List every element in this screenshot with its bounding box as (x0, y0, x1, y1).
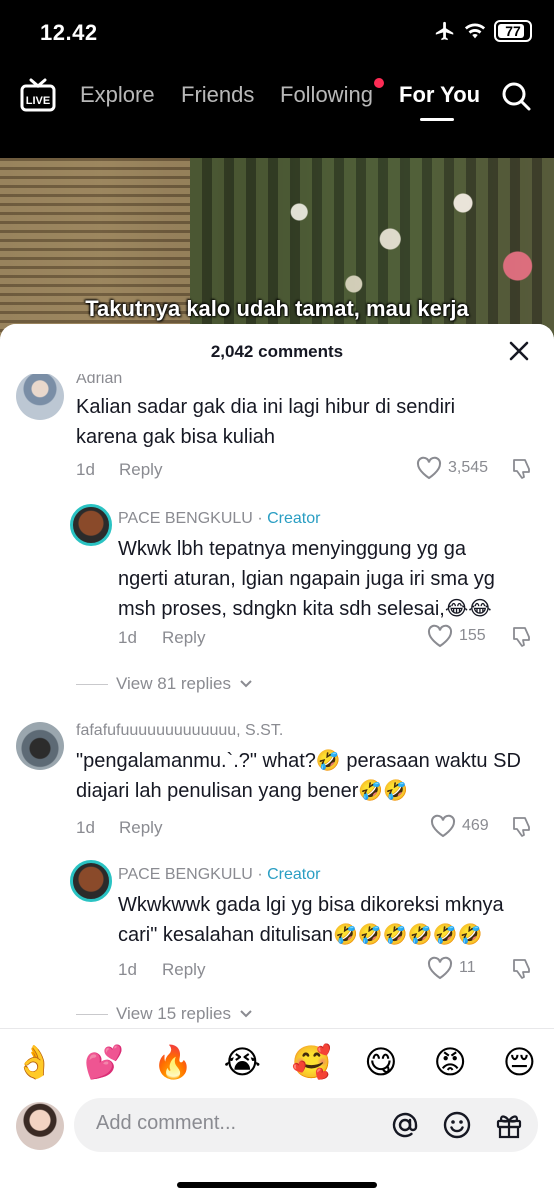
home-indicator (177, 1182, 377, 1188)
reply-button[interactable]: Reply (162, 628, 205, 648)
status-bar: 12.42 77 (0, 0, 554, 62)
emoji-ok-hand[interactable]: 👌 (10, 1043, 60, 1081)
comment-time: 1d (76, 460, 95, 479)
status-icons: 77 (434, 20, 532, 42)
reply-username[interactable]: PACE BENGKULU · Creator (118, 866, 320, 884)
reply-time: 1d (118, 628, 137, 647)
notification-dot (374, 78, 384, 88)
comment-input-row (0, 1094, 554, 1164)
emoji-bar: 👌 💕 🔥 😭 🥰 😋 😡 😔 (0, 1028, 554, 1094)
comment-item: fafafufuuuuuuuuuuuuu, S.ST. "pengalamanm… (0, 714, 554, 1034)
heart-icon (430, 814, 456, 838)
like-count: 469 (462, 817, 489, 834)
emoji-yum[interactable]: 😋 (356, 1043, 406, 1081)
comment-item: Adrian Kalian sadar gak dia ini lagi hib… (0, 324, 554, 704)
reply-button[interactable]: Reply (162, 960, 205, 980)
tab-following[interactable]: Following (280, 82, 373, 108)
search-icon[interactable] (500, 80, 532, 112)
video-player[interactable]: Takutnya kalo udah tamat, mau kerja (0, 158, 554, 338)
reply-username-text: PACE BENGKULU (118, 866, 253, 883)
like-button[interactable]: 469 (430, 814, 489, 838)
comment-text: Kalian sadar gak dia ini lagi hibur di s… (76, 396, 456, 448)
chevron-down-icon (240, 1010, 252, 1018)
heart-icon (427, 624, 453, 648)
battery-level: 77 (505, 23, 521, 39)
dislike-icon[interactable] (511, 458, 533, 480)
like-count: 3,545 (448, 459, 489, 476)
dislike-icon[interactable] (511, 626, 533, 648)
status-time: 12.42 (40, 20, 98, 45)
chevron-down-icon (240, 680, 252, 688)
comment-time: 1d (76, 818, 95, 837)
avatar[interactable] (16, 372, 64, 420)
active-tab-indicator (420, 118, 454, 121)
live-icon[interactable]: LIVE (20, 78, 56, 112)
reply-username[interactable]: PACE BENGKULU · Creator (118, 510, 320, 528)
view-replies-label: View 15 replies (116, 1004, 231, 1023)
like-button[interactable]: 11 (427, 956, 476, 980)
emoji-smiling-hearts[interactable]: 🥰 (287, 1043, 337, 1081)
comment-box (74, 1098, 538, 1152)
reply-button[interactable]: Reply (119, 818, 162, 838)
comment-count: 2,042 comments (210, 342, 344, 361)
emoji-crying[interactable]: 😭 (217, 1043, 267, 1081)
gift-icon[interactable] (494, 1110, 524, 1140)
name-separator: · (257, 866, 263, 883)
avatar[interactable] (16, 722, 64, 770)
reply-text: Wkwkwwk gada lgi yg bisa dikoreksi mknya… (118, 894, 504, 946)
comment-input[interactable] (96, 1112, 386, 1135)
dislike-icon[interactable] (511, 958, 533, 980)
emoji-pensive[interactable]: 😔 (494, 1043, 544, 1081)
reply-username-text: PACE BENGKULU (118, 510, 253, 527)
name-separator: · (257, 510, 263, 527)
like-count: 11 (459, 959, 476, 976)
divider-line (76, 1013, 108, 1015)
tab-explore[interactable]: Explore (80, 82, 155, 108)
creator-badge: Creator (267, 866, 321, 883)
my-avatar[interactable] (16, 1102, 64, 1150)
comments-header: 2,042 comments (0, 324, 554, 374)
tab-for-you[interactable]: For You (399, 82, 480, 108)
view-replies-button[interactable]: View 81 replies (76, 674, 253, 694)
like-button[interactable]: 3,545 (416, 456, 488, 480)
wifi-icon (464, 23, 486, 39)
reply-button[interactable]: Reply (119, 460, 162, 480)
battery-indicator: 77 (494, 20, 532, 42)
emoji-icon[interactable] (442, 1110, 472, 1140)
heart-icon (416, 456, 442, 480)
creator-avatar[interactable] (70, 860, 112, 902)
top-navigation: LIVE Explore Friends Following For You (0, 62, 554, 158)
video-caption: Takutnya kalo udah tamat, mau kerja (85, 296, 469, 321)
dislike-icon[interactable] (511, 816, 533, 838)
comment-text: "pengalamanmu.`.?" what?🤣 perasaan waktu… (76, 750, 521, 802)
emoji-fire[interactable]: 🔥 (148, 1043, 198, 1081)
reply-text: Wkwk lbh tepatnya menyinggung yg ga nger… (118, 538, 495, 620)
mention-icon[interactable] (390, 1110, 420, 1140)
view-replies-button[interactable]: View 15 replies (76, 1004, 253, 1024)
creator-avatar[interactable] (70, 504, 112, 546)
creator-badge: Creator (267, 510, 321, 527)
like-button[interactable]: 155 (427, 624, 486, 648)
emoji-angry[interactable]: 😡 (425, 1043, 475, 1081)
tab-friends[interactable]: Friends (181, 82, 254, 108)
divider-line (76, 683, 108, 685)
like-count: 155 (459, 627, 486, 644)
view-replies-label: View 81 replies (116, 674, 231, 693)
emoji-two-hearts[interactable]: 💕 (79, 1043, 129, 1081)
reply-time: 1d (118, 960, 137, 979)
close-icon[interactable] (508, 340, 530, 362)
comment-username[interactable]: fafafufuuuuuuuuuuuuu, S.ST. (76, 722, 283, 740)
airplane-icon (435, 21, 454, 41)
svg-text:LIVE: LIVE (26, 95, 50, 107)
heart-icon (427, 956, 453, 980)
